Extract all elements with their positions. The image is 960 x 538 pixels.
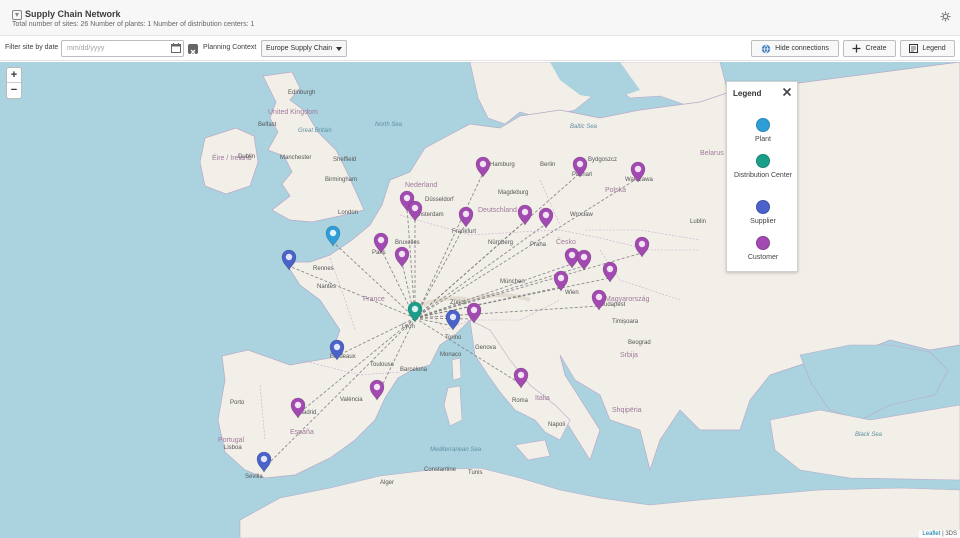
customer-marker[interactable] [538, 207, 554, 229]
legend-item-label: Customer [747, 254, 779, 261]
site-markers [256, 156, 650, 473]
customer-marker[interactable] [576, 249, 592, 271]
map-canvas[interactable]: United Kingdom Éire / Ireland Nederland … [0, 62, 960, 538]
zoom-in-button[interactable]: + [7, 68, 21, 83]
legend-item-distribution-center: Distribution Center [727, 154, 799, 180]
app-header: Supply Chain Network Total number of sit… [0, 0, 960, 36]
close-icon[interactable] [781, 86, 793, 98]
filter-label: Filter site by date [5, 44, 59, 51]
connection-line [297, 317, 416, 415]
customer-marker[interactable] [513, 367, 529, 389]
create-button[interactable]: Create [843, 40, 896, 57]
connection-line [288, 265, 416, 319]
date-filter-input[interactable]: mm/dd/yyyy [61, 40, 184, 57]
legend-item-customer: Customer [727, 236, 799, 262]
legend-button[interactable]: Legend [900, 40, 955, 57]
supplier-marker[interactable] [281, 249, 297, 271]
customer-marker[interactable] [466, 302, 482, 324]
connection-line [414, 222, 467, 319]
leaflet-link[interactable]: Leaflet [922, 531, 940, 537]
supplier-marker[interactable] [329, 339, 345, 361]
customer-marker[interactable] [290, 397, 306, 419]
connection-line [414, 305, 600, 319]
create-label: Create [865, 45, 887, 52]
customer-marker[interactable] [407, 200, 423, 222]
customer-marker[interactable] [572, 156, 588, 178]
page-title: Supply Chain Network [25, 9, 121, 19]
customer-marker[interactable] [369, 379, 385, 401]
legend-panel: Legend Plant Distribution Center Supplie… [726, 81, 798, 272]
planning-context-label: Planning Context [203, 44, 257, 51]
legend-item-supplier: Supplier [727, 200, 799, 226]
plus-icon [852, 44, 861, 53]
network-icon [12, 10, 22, 20]
customer-marker[interactable] [475, 156, 491, 178]
legend-label: Legend [922, 45, 946, 52]
supplier-icon [756, 200, 770, 214]
connection-line [414, 317, 522, 385]
plant-icon [756, 118, 770, 132]
supply-network-layer [256, 156, 650, 473]
legend-icon [909, 44, 919, 53]
legend-item-label: Distribution Center [734, 172, 792, 179]
zoom-control: + − [6, 67, 22, 99]
hide-connections-label: Hide connections [775, 45, 829, 52]
connection-line [414, 220, 526, 319]
toolbar: Filter site by date mm/dd/yyyy Planning … [0, 37, 960, 61]
legend-item-label: Supplier [750, 218, 776, 225]
legend-title: Legend [733, 89, 762, 98]
map-attribution: Leaflet | 3DS [919, 530, 960, 538]
calendar-icon[interactable] [171, 43, 181, 53]
planning-context-value: Europe Supply Chain [266, 45, 333, 52]
connection-line [414, 317, 475, 320]
chevron-down-icon [336, 47, 342, 51]
plant-marker[interactable] [325, 225, 341, 247]
customer-marker[interactable] [394, 246, 410, 268]
customer-marker[interactable] [517, 204, 533, 226]
planning-context-select[interactable]: Europe Supply Chain [261, 40, 347, 57]
zoom-out-button[interactable]: − [7, 83, 21, 98]
hide-connections-button[interactable]: Hide connections [751, 40, 839, 57]
customer-marker[interactable] [553, 270, 569, 292]
supplier-marker[interactable] [256, 451, 272, 473]
warehouse-icon [756, 154, 770, 168]
legend-item-label: Plant [755, 136, 771, 143]
customer-marker[interactable] [373, 232, 389, 254]
attribution-text: | 3DS [942, 531, 957, 537]
supplier-marker[interactable] [445, 309, 461, 331]
clear-filter-button[interactable] [188, 44, 198, 55]
settings-icon[interactable] [940, 11, 951, 22]
customer-icon [756, 236, 770, 250]
customer-marker[interactable] [602, 261, 618, 283]
customer-marker[interactable] [591, 289, 607, 311]
site-summary: Total number of sites: 26 Number of plan… [12, 21, 255, 28]
customer-marker[interactable] [458, 206, 474, 228]
customer-marker[interactable] [630, 161, 646, 183]
close-icon [190, 49, 196, 55]
legend-item-plant: Plant [727, 118, 799, 144]
globe-icon [761, 44, 771, 53]
